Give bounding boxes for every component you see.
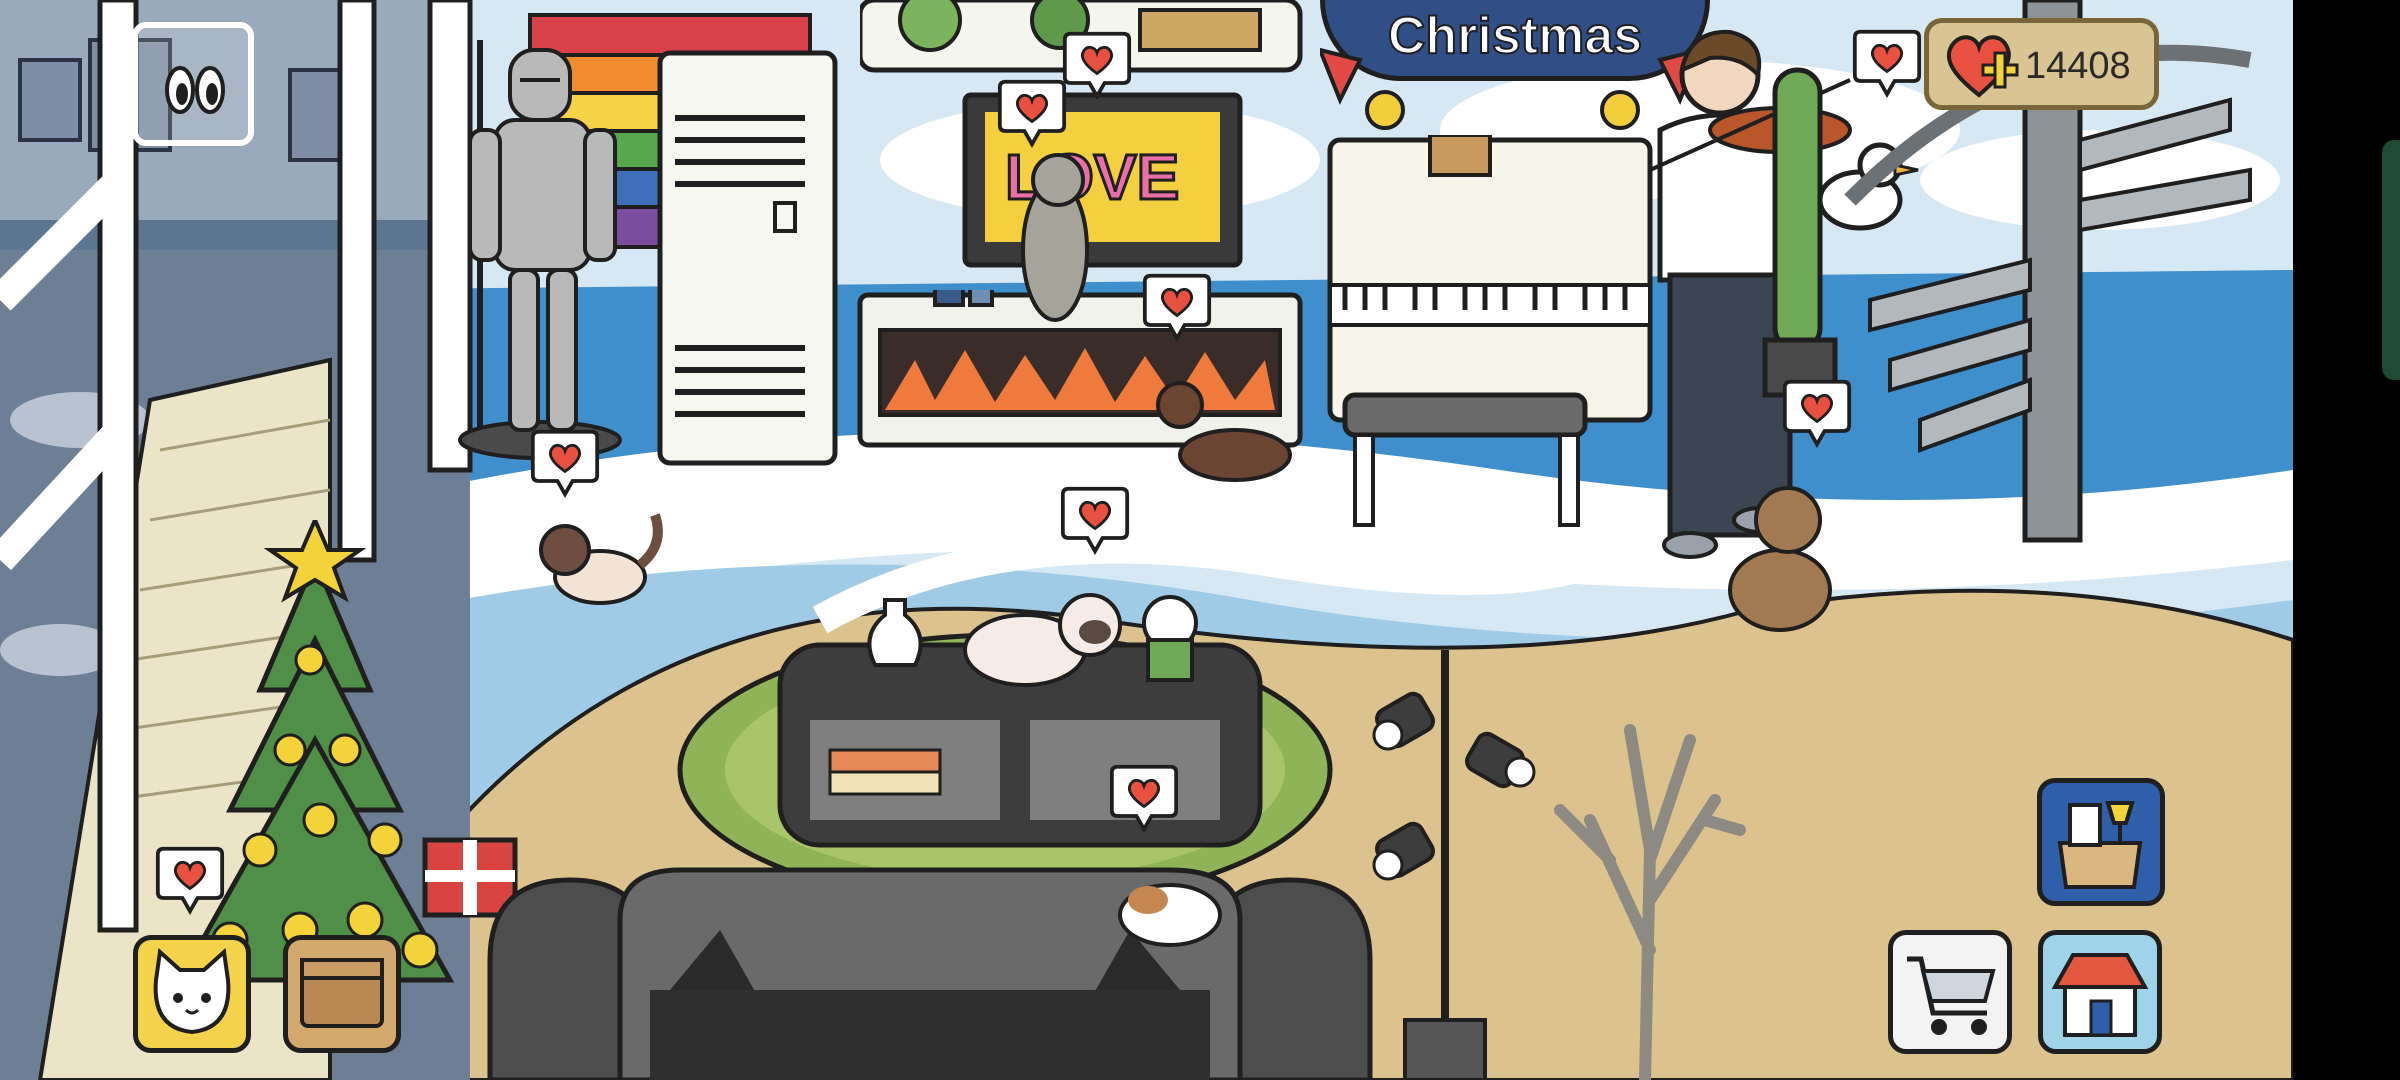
knight-armor <box>458 40 622 460</box>
furniture-box-icon <box>2057 801 2143 889</box>
gray-cat <box>1021 153 1089 322</box>
hearts-counter[interactable]: 14408 <box>1924 18 2159 110</box>
box-icon <box>300 958 384 1028</box>
heart-bubble[interactable] <box>1102 763 1186 833</box>
flower-pot <box>1142 595 1198 682</box>
eyes-menu-icon <box>165 66 225 114</box>
heart-bubble[interactable] <box>523 428 607 498</box>
home-button[interactable] <box>2038 930 2162 1054</box>
air-conditioner <box>657 50 838 466</box>
heart-bubble[interactable] <box>1135 272 1219 342</box>
calico-cat <box>1118 883 1222 947</box>
house-icon <box>2051 953 2149 1037</box>
shopping-cart-icon <box>1907 956 1996 1035</box>
shop-button[interactable] <box>1888 930 2012 1054</box>
siamese-cat <box>539 513 663 605</box>
heart-bubble[interactable] <box>148 845 232 915</box>
gray-sofa <box>487 867 1373 1080</box>
furniture-edit-button[interactable] <box>2037 778 2165 906</box>
heart-bubble[interactable] <box>1845 28 1929 98</box>
game-scene: LOVE Christmas 14408 <box>0 0 2293 1080</box>
pug-dog <box>963 593 1122 687</box>
floor-lamp <box>1372 650 1536 1080</box>
white-vase <box>867 598 923 667</box>
decor-tree <box>1554 724 1746 1080</box>
cat-album-button[interactable] <box>133 935 251 1053</box>
heart-plus-icon <box>1946 35 2019 98</box>
storage-box-button[interactable] <box>283 935 401 1053</box>
dachshund-dog <box>1156 381 1292 482</box>
brown-puppy <box>1728 486 1832 632</box>
side-tab[interactable] <box>2382 140 2400 380</box>
heart-bubble[interactable] <box>1775 378 1859 448</box>
cat-face-icon <box>153 948 231 1035</box>
heart-bubble[interactable] <box>990 78 1074 148</box>
menu-button[interactable] <box>132 22 254 146</box>
hearts-value: 14408 <box>2025 45 2131 87</box>
heart-bubble[interactable] <box>1053 485 1137 555</box>
